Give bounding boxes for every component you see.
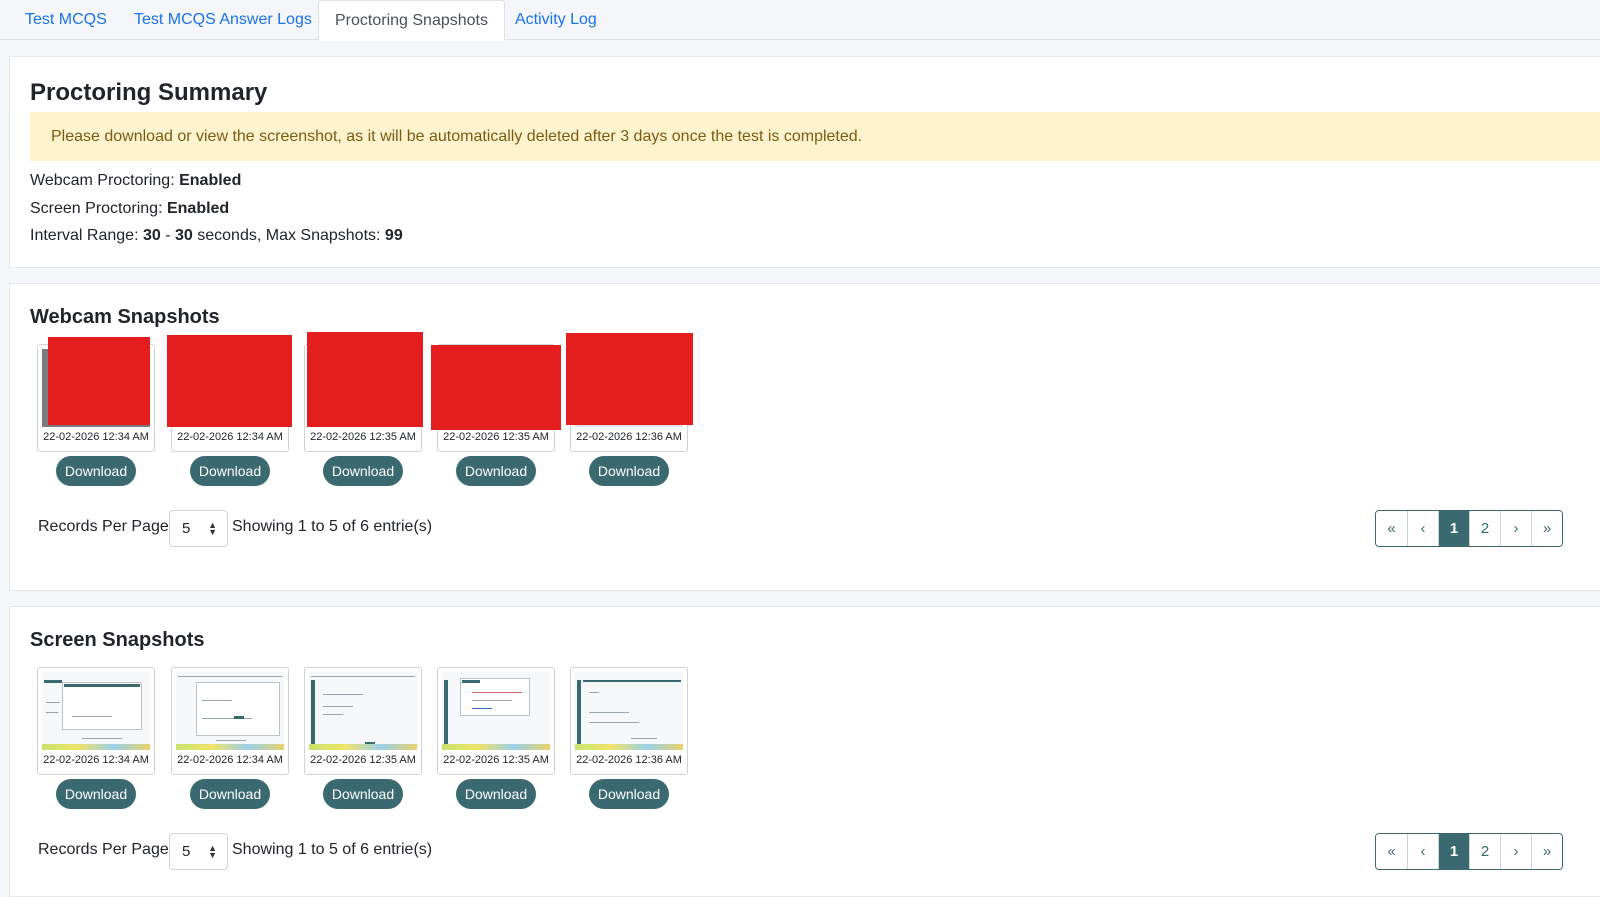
interval-range-info: Interval Range: 30 - 30 seconds, Max Sna… — [30, 227, 403, 245]
records-per-page-label: Records Per Page : — [38, 841, 178, 858]
webcam-pagination: « ‹ 1 2 › » — [1375, 510, 1563, 547]
screen-snapshot[interactable]: 22-02-2026 12:35 AM — [437, 667, 555, 775]
page-2-button[interactable]: 2 — [1469, 511, 1500, 546]
redaction-block — [307, 332, 423, 427]
records-per-page-value: 5 — [182, 843, 191, 860]
page-last-button[interactable]: » — [1531, 834, 1562, 869]
screen-snapshots-card: Screen Snapshots 22-02-2026 12:34 AM 22-… — [9, 606, 1600, 897]
download-button[interactable]: Download — [456, 779, 536, 809]
screen-snapshot-image[interactable] — [176, 672, 284, 750]
select-caret-icon: ▲ ▼ — [208, 843, 217, 860]
interval-unit: seconds, Max Snapshots: — [197, 227, 381, 244]
screen-snapshot-image[interactable] — [42, 672, 150, 750]
screen-snapshot[interactable]: 22-02-2026 12:36 AM — [570, 667, 688, 775]
page-2-button[interactable]: 2 — [1469, 834, 1500, 869]
proctoring-summary-card: Proctoring Summary Please download or vi… — [9, 56, 1600, 268]
snapshot-timestamp: 22-02-2026 12:35 AM — [310, 431, 416, 443]
screen-snapshots-title: Screen Snapshots — [30, 629, 205, 651]
screen-pagination: « ‹ 1 2 › » — [1375, 833, 1563, 870]
interval-min: 30 — [142, 227, 161, 244]
max-snapshots-value: 99 — [384, 227, 403, 244]
page-prev-button[interactable]: ‹ — [1407, 511, 1438, 546]
screen-proctoring-value: Enabled — [166, 200, 230, 217]
download-button[interactable]: Download — [56, 779, 136, 809]
tab-test-mcqs-answer-logs[interactable]: Test MCQS Answer Logs — [118, 0, 328, 40]
snapshot-timestamp: 22-02-2026 12:34 AM — [177, 431, 283, 443]
screen-snapshot[interactable]: 22-02-2026 12:34 AM — [171, 667, 289, 775]
webcam-snapshots-card: Webcam Snapshots 22-02-2026 12:34 AM 22-… — [9, 283, 1600, 591]
snapshot-timestamp: 22-02-2026 12:35 AM — [443, 754, 549, 766]
records-per-page-select[interactable]: 5 ▲ ▼ — [169, 833, 228, 870]
screen-proctoring-status: Screen Proctoring: Enabled — [30, 200, 229, 218]
webcam-proctoring-value: Enabled — [179, 172, 242, 189]
webcam-snapshots-title: Webcam Snapshots — [30, 306, 220, 328]
screen-snapshot[interactable]: 22-02-2026 12:35 AM — [304, 667, 422, 775]
screen-snapshot-image[interactable] — [309, 672, 417, 750]
redaction-block — [566, 333, 693, 425]
page-next-button[interactable]: › — [1500, 834, 1531, 869]
download-button[interactable]: Download — [323, 779, 403, 809]
tab-test-mcqs[interactable]: Test MCQS — [9, 0, 123, 40]
entries-info: Showing 1 to 5 of 6 entrie(s) — [232, 518, 433, 535]
snapshot-timestamp: 22-02-2026 12:34 AM — [177, 754, 283, 766]
select-caret-icon: ▲ ▼ — [208, 520, 217, 537]
redaction-block — [431, 345, 561, 430]
download-button[interactable]: Download — [323, 456, 403, 486]
snapshot-timestamp: 22-02-2026 12:35 AM — [310, 754, 416, 766]
download-button[interactable]: Download — [456, 456, 536, 486]
deletion-alert: Please download or view the screenshot, … — [30, 112, 1600, 161]
records-per-page-value: 5 — [182, 520, 191, 537]
screen-snapshot[interactable]: 22-02-2026 12:34 AM — [37, 667, 155, 775]
records-per-page-select[interactable]: 5 ▲ ▼ — [169, 510, 228, 547]
page-next-button[interactable]: › — [1500, 511, 1531, 546]
webcam-proctoring-label: Webcam Proctoring: — [30, 172, 175, 189]
interval-max: 30 — [175, 227, 193, 244]
snapshot-timestamp: 22-02-2026 12:35 AM — [443, 431, 549, 443]
tab-activity-log[interactable]: Activity Log — [499, 0, 613, 40]
snapshot-timestamp: 22-02-2026 12:34 AM — [43, 754, 149, 766]
interval-separator: - — [165, 227, 171, 244]
screen-snapshot-image[interactable] — [442, 672, 550, 750]
page-1-button[interactable]: 1 — [1438, 511, 1469, 546]
screen-proctoring-label: Screen Proctoring: — [30, 200, 163, 217]
screen-snapshot-image[interactable] — [575, 672, 683, 750]
tab-proctoring-snapshots[interactable]: Proctoring Snapshots — [318, 0, 505, 41]
snapshot-timestamp: 22-02-2026 12:36 AM — [576, 431, 682, 443]
interval-range-label: Interval Range: — [30, 227, 139, 244]
page-first-button[interactable]: « — [1376, 834, 1407, 869]
page-1-button[interactable]: 1 — [1438, 834, 1469, 869]
page-first-button[interactable]: « — [1376, 511, 1407, 546]
snapshot-timestamp: 22-02-2026 12:34 AM — [43, 431, 149, 443]
redaction-block — [167, 335, 292, 427]
download-button[interactable]: Download — [190, 456, 270, 486]
download-button[interactable]: Download — [589, 779, 669, 809]
tab-bar: Test MCQS Test MCQS Answer Logs Proctori… — [0, 0, 1600, 41]
page-prev-button[interactable]: ‹ — [1407, 834, 1438, 869]
download-button[interactable]: Download — [190, 779, 270, 809]
webcam-proctoring-status: Webcam Proctoring: Enabled — [30, 172, 241, 190]
summary-title: Proctoring Summary — [30, 79, 268, 106]
snapshot-timestamp: 22-02-2026 12:36 AM — [576, 754, 682, 766]
page-last-button[interactable]: » — [1531, 511, 1562, 546]
entries-info: Showing 1 to 5 of 6 entrie(s) — [232, 841, 433, 858]
redaction-block — [48, 337, 150, 425]
download-button[interactable]: Download — [589, 456, 669, 486]
records-per-page-label: Records Per Page : — [38, 518, 178, 535]
download-button[interactable]: Download — [56, 456, 136, 486]
